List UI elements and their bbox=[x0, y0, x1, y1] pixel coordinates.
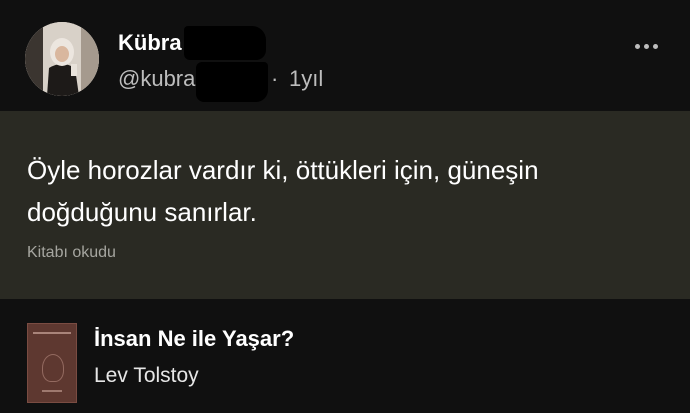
cover-emblem bbox=[42, 354, 64, 382]
more-horizontal-icon bbox=[644, 44, 649, 49]
book-author[interactable]: Lev Tolstoy bbox=[94, 364, 199, 388]
quote-text: Öyle horozlar vardır ki, öttükleri için,… bbox=[27, 155, 539, 227]
more-options-button[interactable] bbox=[632, 36, 662, 56]
post-time: 1yıl bbox=[289, 66, 324, 91]
quote-box[interactable]: Öyle horozlar vardır ki, öttükleri için,… bbox=[0, 111, 690, 299]
separator-dot: · bbox=[271, 66, 279, 91]
activity-label: Kitabı okudu bbox=[27, 244, 116, 261]
author-name[interactable]: Kübra bbox=[118, 30, 182, 56]
avatar-image bbox=[25, 22, 99, 96]
redaction-mark bbox=[196, 62, 268, 102]
author-handle[interactable]: @kubra bbox=[118, 66, 195, 92]
more-horizontal-icon bbox=[635, 44, 640, 49]
cover-title-line bbox=[33, 332, 71, 334]
post-header: Kübra @kubra · 1yıl bbox=[0, 0, 690, 110]
cover-foot-line bbox=[42, 390, 62, 392]
book-cover-image[interactable] bbox=[27, 323, 77, 403]
book-item[interactable]: İnsan Ne ile Yaşar? Lev Tolstoy bbox=[0, 299, 690, 413]
more-horizontal-icon bbox=[653, 44, 658, 49]
redaction-mark bbox=[184, 26, 266, 60]
book-title[interactable]: İnsan Ne ile Yaşar? bbox=[94, 326, 294, 352]
avatar[interactable] bbox=[25, 22, 99, 96]
post-card: Kübra @kubra · 1yıl Öyle horozlar vardır… bbox=[0, 0, 690, 413]
